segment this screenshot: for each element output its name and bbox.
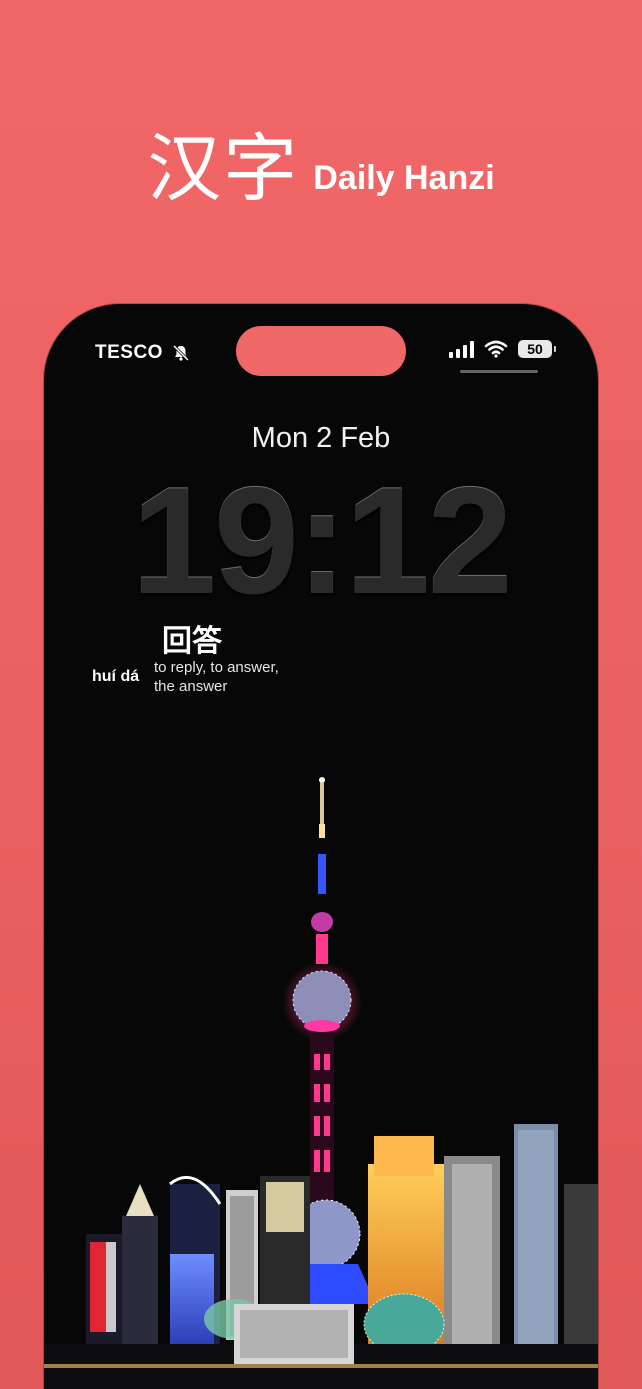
signal-icon: [449, 340, 474, 358]
status-carrier: TESCO: [95, 342, 191, 364]
widget-hanzi: 回答: [162, 625, 222, 658]
phone-mockup: TESCO 50 Mon 2 Feb 19:12 回答 huí dá to re…: [44, 304, 598, 1389]
brand-hanzi: 汉字: [147, 126, 300, 212]
dynamic-island: [236, 326, 406, 376]
notification-grabber[interactable]: [460, 370, 538, 373]
lock-date: Mon 2 Feb: [251, 422, 391, 454]
lock-clock: 19:12: [131, 456, 513, 626]
brand-name: Daily Hanzi: [313, 159, 495, 197]
bell-slash-icon: [172, 344, 190, 362]
shanghai-skyline-wallpaper: [44, 777, 598, 1389]
widget-meaning-line1: to reply, to answer,: [154, 659, 279, 676]
widget-meaning: to reply, to answer, the answer: [154, 658, 354, 696]
wifi-icon: [484, 340, 508, 358]
widget-pinyin: huí dá: [92, 668, 140, 685]
battery-icon: 50: [518, 340, 556, 358]
status-right: 50: [449, 340, 556, 358]
app-header: 汉字 Daily Hanzi: [0, 132, 642, 206]
carrier-label: TESCO: [95, 342, 163, 363]
widget-meaning-line2: the answer: [154, 678, 228, 695]
